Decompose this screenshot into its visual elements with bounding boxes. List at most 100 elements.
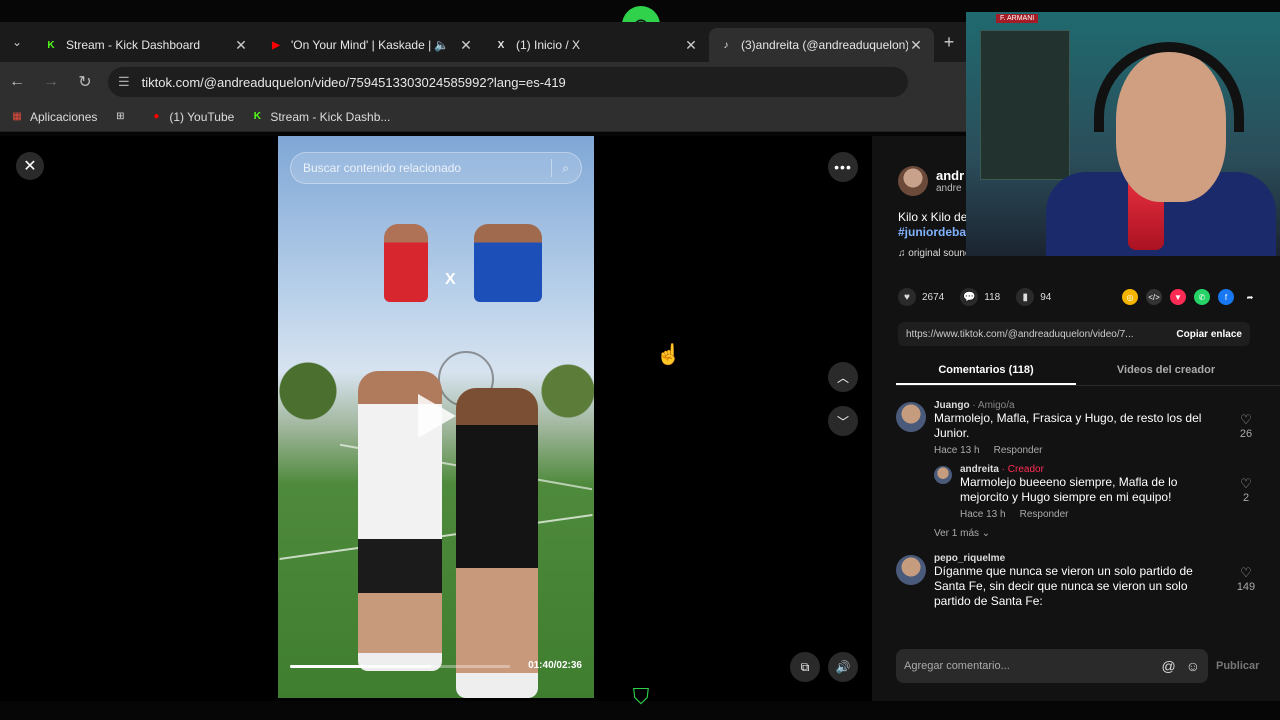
play-icon[interactable] bbox=[418, 394, 456, 438]
comment-count: 118 bbox=[984, 291, 1001, 303]
tab-close-icon[interactable]: ✕ bbox=[683, 37, 699, 54]
share-link-row: https://www.tiktok.com/@andreaduquelon/v… bbox=[898, 322, 1250, 346]
save-button[interactable]: ▮ 94 bbox=[1016, 288, 1051, 306]
bookmark-icon: ▮ bbox=[1016, 288, 1035, 306]
send-icon[interactable]: ▼ bbox=[1170, 289, 1186, 305]
comment-button[interactable]: 💬 118 bbox=[960, 288, 1000, 306]
reply-button[interactable]: Responder bbox=[994, 445, 1043, 456]
copy-link-button[interactable]: Copiar enlace bbox=[1176, 329, 1242, 340]
volume-icon[interactable]: 🔊 bbox=[828, 652, 858, 682]
chevron-up-icon[interactable]: ︿ bbox=[828, 362, 858, 392]
tab-tiktok-andreita[interactable]: ♪ (3)andreita (@andreaduquelon) ✕ bbox=[709, 28, 934, 62]
emoji-icon[interactable]: ☺ bbox=[1186, 658, 1200, 674]
apps-grid-icon: ▦ bbox=[12, 111, 22, 122]
more-options-icon[interactable]: ••• bbox=[828, 152, 858, 182]
tab-search-chevron-icon[interactable]: ⌄ bbox=[0, 22, 34, 62]
description-text: Kilo x Kilo de bbox=[898, 210, 968, 224]
back-arrow-icon[interactable]: ← bbox=[0, 73, 34, 91]
comment-like[interactable]: ♡ 26 bbox=[1236, 412, 1256, 440]
bookmarks-bar: ▦ Aplicaciones ⊞ ● (1) YouTube K Stream … bbox=[0, 102, 966, 132]
comment-text: Marmolejo bueeeno siempre, Mafla de lo m… bbox=[960, 475, 1178, 504]
url-input[interactable]: ☰ tiktok.com/@andreaduquelon/video/75945… bbox=[108, 67, 908, 97]
comment-reply-item: andreita · Creador Marmolejo bueeeno sie… bbox=[934, 464, 1256, 520]
bookmark-grid[interactable]: ⊞ bbox=[113, 110, 133, 124]
comment-like[interactable]: ♡ 149 bbox=[1236, 565, 1256, 593]
view-more-replies-link[interactable]: Ver 1 más ⌄ bbox=[934, 528, 1256, 539]
music-note-icon: ♫ bbox=[898, 248, 909, 259]
tab-close-icon[interactable]: ✕ bbox=[908, 37, 924, 54]
speaker-icon[interactable]: 🔈 bbox=[434, 38, 450, 52]
repost-icon[interactable]: ◎ bbox=[1122, 289, 1138, 305]
headset-icon bbox=[1094, 42, 1244, 132]
like-count: 2674 bbox=[922, 291, 945, 303]
search-placeholder: Buscar contenido relacionado bbox=[303, 161, 462, 175]
youtube-icon: ● bbox=[153, 111, 160, 122]
tab-x-inicio[interactable]: X (1) Inicio / X ✕ bbox=[484, 28, 709, 62]
comment-like[interactable]: ♡ 2 bbox=[1236, 476, 1256, 504]
comment-user[interactable]: pepo_riquelme bbox=[934, 553, 1256, 564]
address-bar-row: ← → ↻ ☰ tiktok.com/@andreaduquelon/video… bbox=[0, 62, 966, 102]
youtube-favicon-icon: ▶ bbox=[272, 39, 280, 51]
tab-title: (1) Inicio / X bbox=[516, 38, 581, 52]
tab-close-icon[interactable]: ✕ bbox=[458, 37, 474, 54]
bookmark-apps[interactable]: ▦ Aplicaciones bbox=[10, 110, 97, 124]
comment-meta: Hace 13 h Responder bbox=[960, 509, 1069, 520]
tab-creator-videos[interactable]: Videos del creador bbox=[1076, 358, 1256, 385]
versus-label: X bbox=[445, 271, 456, 288]
bookmark-kick[interactable]: K Stream - Kick Dashb... bbox=[250, 110, 391, 124]
tab-kick-dashboard[interactable]: K Stream - Kick Dashboard ✕ bbox=[34, 28, 259, 62]
comment-placeholder: Agregar comentario... bbox=[904, 660, 1010, 672]
whatsapp-icon[interactable]: ✆ bbox=[1194, 289, 1210, 305]
tab-close-icon[interactable]: ✕ bbox=[233, 37, 249, 54]
like-button[interactable]: ♥ 2674 bbox=[898, 288, 944, 306]
tab-title: (3)andreita (@andreaduquelon) bbox=[741, 38, 908, 52]
player-red-kit bbox=[384, 224, 428, 302]
heart-icon: ♥ bbox=[898, 288, 916, 306]
comment-text: Marmolejo, Mafla, Frasica y Hugo, de res… bbox=[934, 411, 1202, 440]
embed-icon[interactable]: </> bbox=[1146, 289, 1162, 305]
chevron-down-icon[interactable]: ﹀ bbox=[828, 406, 858, 436]
kick-icon: K bbox=[253, 111, 261, 122]
reply-button[interactable]: Responder bbox=[1020, 509, 1069, 520]
bookmark-youtube[interactable]: ● (1) YouTube bbox=[149, 110, 234, 124]
shield-logo-icon: ⛉ bbox=[632, 684, 650, 709]
x-favicon-icon: X bbox=[497, 39, 505, 51]
avatar[interactable] bbox=[896, 555, 926, 585]
tab-youtube-kaskade[interactable]: ▶ 'On Your Mind' | Kaskade | C 🔈 ✕ bbox=[259, 28, 484, 62]
related-search-input[interactable]: Buscar contenido relacionado ⌕ bbox=[290, 152, 582, 184]
comment-icon: 💬 bbox=[960, 288, 979, 306]
tiktok-favicon-icon: ♪ bbox=[723, 39, 729, 51]
comment-user[interactable]: andreita · Creador bbox=[960, 464, 1256, 475]
avatar[interactable] bbox=[898, 166, 928, 196]
url-text: tiktok.com/@andreaduquelon/video/7594513… bbox=[141, 74, 566, 90]
video-progress-bar[interactable] bbox=[290, 665, 510, 668]
author-info[interactable]: andr andre bbox=[898, 166, 964, 196]
close-icon[interactable]: ✕ bbox=[16, 152, 44, 180]
forward-arrow-icon[interactable]: → bbox=[34, 73, 68, 91]
new-tab-plus-icon[interactable]: + bbox=[934, 32, 964, 53]
tab-title: 'On Your Mind' | Kaskade | C bbox=[291, 38, 434, 52]
comment-text: Díganme que nunca se vieron un solo part… bbox=[934, 564, 1193, 608]
author-name: andr bbox=[936, 168, 965, 183]
site-settings-icon[interactable]: ☰ bbox=[118, 74, 130, 90]
mention-icon[interactable]: @ bbox=[1161, 658, 1175, 674]
tab-comments[interactable]: Comentarios (118) bbox=[896, 358, 1076, 385]
comment-input[interactable]: Agregar comentario... @ ☺ bbox=[896, 649, 1208, 683]
avatar[interactable] bbox=[896, 402, 926, 432]
picture-in-picture-icon[interactable]: ⧉ bbox=[790, 652, 820, 682]
share-arrow-icon[interactable]: ➦ bbox=[1242, 289, 1258, 305]
video-player[interactable]: Buscar contenido relacionado ⌕ X 01:40/0… bbox=[278, 136, 594, 698]
tactics-board bbox=[980, 30, 1070, 180]
creator-badge: · Creador bbox=[998, 464, 1044, 475]
avatar[interactable] bbox=[934, 466, 952, 484]
reload-icon[interactable]: ↻ bbox=[68, 72, 102, 92]
post-comment-button[interactable]: Publicar bbox=[1216, 660, 1259, 672]
bookmark-label: Aplicaciones bbox=[30, 109, 98, 124]
heart-outline-icon: ♡ bbox=[1240, 565, 1252, 580]
facebook-icon[interactable]: f bbox=[1218, 289, 1234, 305]
comment-item: Juango · Amigo/a Marmolejo, Mafla, Frasi… bbox=[896, 400, 1256, 456]
hashtag-link[interactable]: #juniordeba bbox=[898, 225, 967, 240]
comment-user[interactable]: Juango · Amigo/a bbox=[934, 400, 1256, 411]
search-icon[interactable]: ⌕ bbox=[562, 161, 569, 176]
video-time: 01:40/02:36 bbox=[528, 660, 582, 671]
